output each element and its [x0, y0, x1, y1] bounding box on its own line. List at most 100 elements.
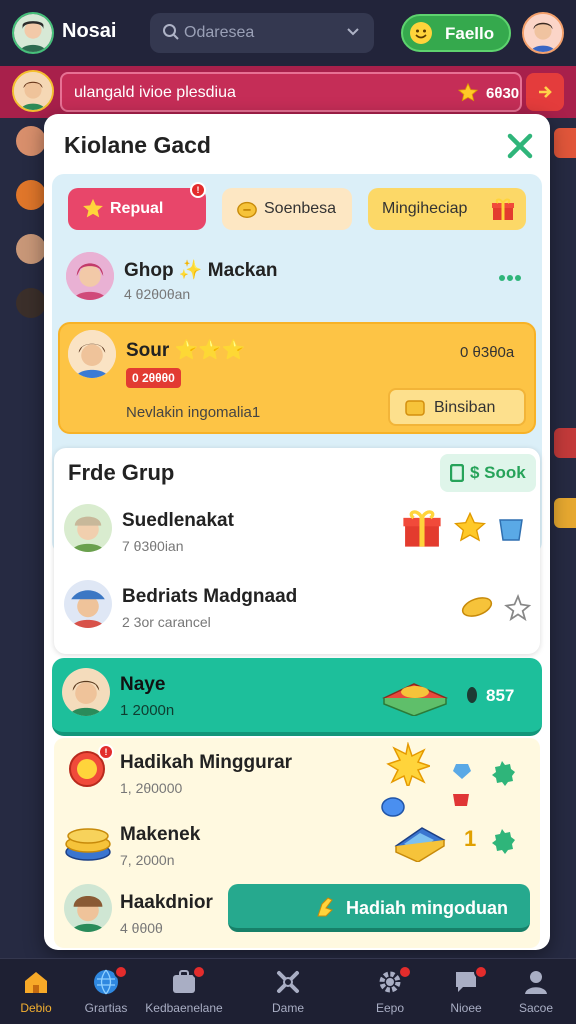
list-item[interactable]: Suedlenakat 7 θ3θ0ian [64, 504, 534, 560]
nav-home[interactable]: Debio [0, 967, 76, 1021]
coin-stack-icon [65, 828, 111, 861]
notification-badge [192, 965, 206, 979]
account-avatar[interactable] [522, 12, 564, 54]
game-icon [277, 971, 299, 993]
tab-label: Repual [110, 200, 164, 217]
item-subtitle: 7 θ3θ0ian [122, 538, 184, 554]
avatar [68, 330, 116, 378]
star-icon [454, 512, 486, 542]
home-icon [25, 972, 47, 993]
nav-grartias[interactable]: Grartias [66, 965, 146, 1021]
avatar [64, 580, 112, 628]
featured-name: Sour ⭐⭐⭐ [126, 340, 246, 361]
banner-avatar [12, 70, 54, 112]
badge-icon [492, 761, 515, 786]
weekly-reward-button[interactable]: Hadiah mingoduan [228, 884, 530, 932]
coin-icon [237, 201, 257, 218]
notification-text: ulangald ivioe plesdiua [74, 84, 236, 101]
background-tab [554, 498, 576, 528]
item-name: Bedriats Madgnaad [122, 586, 298, 607]
item-subtitle: 4 θ2θ0θan [124, 286, 191, 302]
nav-label: Dame [271, 1001, 304, 1015]
item-name: Ghop ✨ Mackan [124, 260, 278, 281]
nav-nioee[interactable]: Nioee [426, 965, 506, 1021]
smile-icon [410, 22, 432, 44]
phone-icon [450, 464, 464, 482]
item-count: 1 [464, 826, 477, 851]
item-subtitle: 1, 2θ0000 [120, 780, 183, 796]
avatar [64, 884, 112, 932]
list-item[interactable]: Bedriats Madgnaad 2 3or carancel [64, 580, 534, 636]
banner-action-button[interactable] [526, 73, 564, 111]
nav-label: Debio [20, 1001, 52, 1015]
burst-icon [386, 742, 430, 786]
highlight-card[interactable]: Naye 1 2000n 857 [52, 658, 542, 736]
rewards-modal: Kiolane Gacd Repual ! Soenbesa Mingiheci… [44, 114, 550, 950]
item-name: Hadikah Minggurar [120, 752, 293, 773]
sook-button[interactable]: $ Sook [440, 454, 536, 492]
nav-eepo[interactable]: Eepo [350, 965, 430, 1021]
box-icon [499, 519, 523, 541]
avatar [64, 504, 112, 552]
notification-count: 6θ30 [486, 85, 520, 102]
background-avatar [16, 234, 46, 264]
star-icon [83, 198, 103, 218]
list-item[interactable]: Ghop ✨ Mackan 4 θ2θ0θan [66, 252, 526, 308]
list-item[interactable]: Makenek 7, 2000n 1 [62, 814, 532, 870]
top-bar: Nosai Odaresea Faello [0, 0, 576, 66]
coin-icon [467, 687, 477, 703]
tab-mingiheciap[interactable]: Mingiheciap [368, 188, 526, 230]
tab-repual[interactable]: Repual ! [68, 182, 206, 230]
app-title: Nosai [62, 20, 117, 42]
binsiban-button[interactable]: Binsiban [388, 388, 526, 426]
nav-label: Eepo [375, 1001, 405, 1015]
item-count: 857 [486, 686, 515, 705]
item-name: Makenek [120, 824, 201, 845]
profile-button-label: Faello [445, 24, 495, 43]
background-avatar [16, 126, 46, 156]
featured-card[interactable]: Sour ⭐⭐⭐ 0 2θθθ0 0 θ3θ0a Nevlakin ingoma… [58, 322, 536, 434]
treasure-icon [382, 683, 448, 716]
notification-banner[interactable]: ulangald ivioe plesdiua 6θ30 [60, 72, 522, 112]
featured-tag: 0 2θθθ0 [126, 368, 181, 388]
user-avatar[interactable] [12, 12, 54, 54]
background-avatar [16, 180, 46, 210]
item-name: Haakdnior [120, 892, 213, 913]
gem-icon [453, 764, 471, 779]
featured-description: Nevlakin ingomalia1 [126, 404, 261, 421]
gift-icon [403, 510, 441, 547]
item-name: Naye [120, 674, 166, 695]
modal-title: Kiolane Gacd [64, 132, 211, 158]
chevron-down-icon[interactable] [346, 25, 360, 39]
nav-label: Kedbaenelane [145, 1001, 223, 1015]
nav-dame[interactable]: Dame [248, 967, 328, 1021]
avatar [66, 252, 114, 300]
list-item[interactable]: Haakdnior 4 θθ0θ [62, 882, 222, 938]
sparkle-icon [504, 594, 532, 622]
badge-icon [492, 829, 515, 854]
tab-label: Mingiheciap [382, 200, 468, 217]
nav-label: Nioee [450, 1001, 482, 1015]
search-input[interactable]: Odaresea [150, 13, 374, 53]
more-icon[interactable] [498, 274, 522, 282]
tab-soenbesa[interactable]: Soenbesa [222, 188, 352, 230]
search-icon [163, 24, 179, 40]
tab-label: Soenbesa [264, 200, 337, 217]
bottom-nav: Debio Grartias Kedbaenelane Dame Eepo Ni… [0, 958, 576, 1024]
profile-button[interactable]: Faello [401, 14, 511, 52]
sook-button-label: $ Sook [470, 463, 526, 482]
item-subtitle: 2 3or carancel [122, 614, 211, 630]
notification-badge: ! [190, 182, 206, 198]
close-icon[interactable] [504, 130, 536, 162]
nav-kedbaenelane[interactable]: Kedbaenelane [144, 965, 224, 1021]
item-subtitle: 4 θθ0θ [120, 920, 163, 936]
nav-label: Sacoe [518, 1001, 554, 1015]
gem-icon [453, 794, 469, 806]
background-tab [554, 428, 576, 458]
notification-badge [474, 965, 488, 979]
nav-sacoe[interactable]: Sacoe [496, 967, 576, 1021]
group-section: Frde Grup $ Sook Suedlenakat 7 θ3θ0ian B… [54, 448, 540, 654]
weekly-reward-button-label: Hadiah mingoduan [346, 898, 508, 918]
binsiban-button-label: Binsiban [434, 399, 496, 416]
star-icon [458, 83, 478, 102]
